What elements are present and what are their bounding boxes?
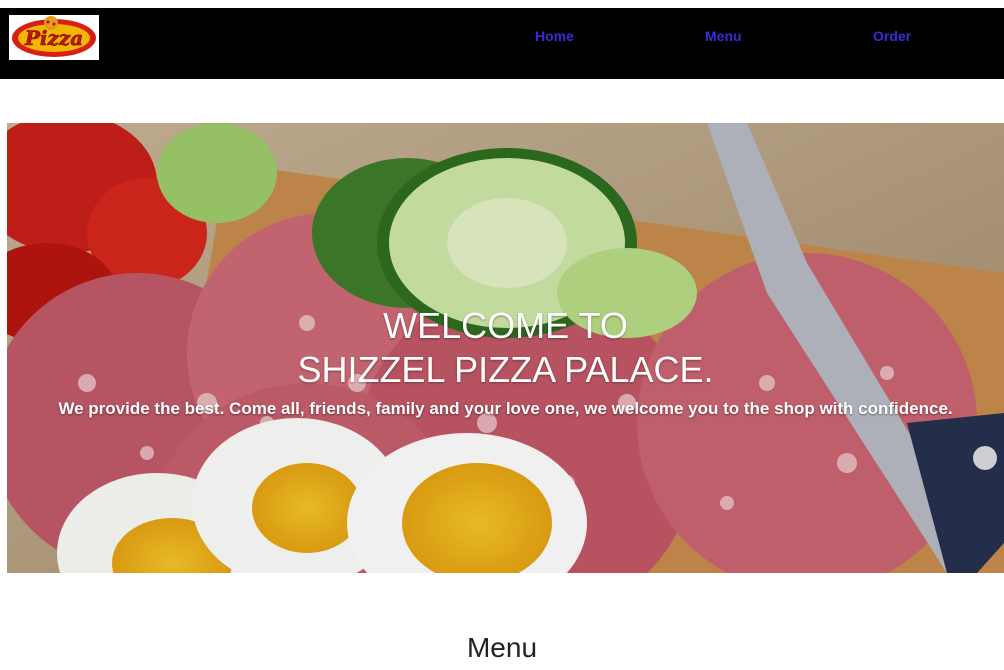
navbar: Pizza Home Menu Order	[0, 8, 1004, 79]
hero-subtitle: We provide the best. Come all, friends, …	[58, 399, 953, 418]
hero-title-line2: SHIZZEL PIZZA PALACE.	[297, 349, 714, 390]
hero-banner: WELCOME TO SHIZZEL PIZZA PALACE. We prov…	[7, 123, 1004, 573]
svg-text:Pizza: Pizza	[24, 26, 83, 50]
nav-link-order[interactable]: Order	[873, 28, 911, 44]
top-margin	[0, 0, 1004, 8]
pizza-logo-icon: Pizza	[12, 16, 96, 57]
nav-link-home[interactable]: Home	[535, 28, 574, 44]
nav-link-menu[interactable]: Menu	[705, 28, 742, 44]
hero-title-line1: WELCOME TO	[383, 305, 628, 346]
menu-section-title: Menu	[466, 632, 538, 663]
brand-logo[interactable]: Pizza	[9, 15, 99, 60]
